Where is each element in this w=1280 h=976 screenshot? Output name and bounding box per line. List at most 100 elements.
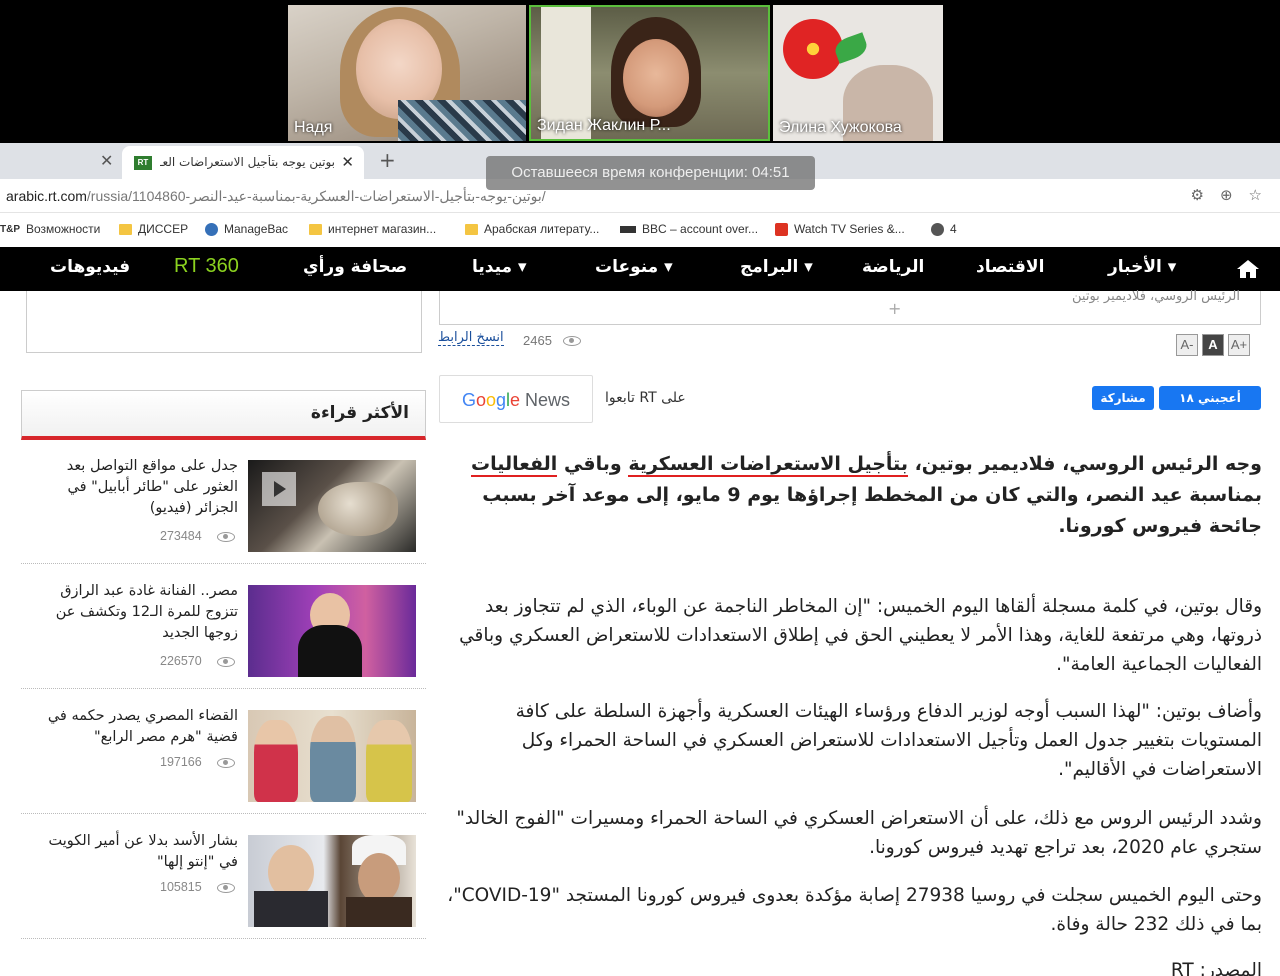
eye-icon [217, 883, 235, 893]
gn-news: News [520, 390, 571, 410]
most-read-item[interactable]: بشار الأسد بدلا عن أمير الكويت في "إنتو … [21, 815, 426, 939]
facebook-share-button[interactable]: مشاركة [1092, 386, 1154, 410]
nav-economy[interactable]: الاقتصاد [976, 257, 1044, 277]
google-news-button[interactable]: Google News [439, 375, 593, 423]
site-icon [931, 222, 944, 236]
participant-tile-3[interactable]: Элина Хужокова [773, 5, 943, 141]
bookmark-item[interactable]: интернет магазин... [309, 222, 436, 236]
nav-news[interactable]: الأخبار ▾ [1108, 257, 1176, 277]
copy-link[interactable]: انسخ الرابط [438, 330, 504, 346]
folder-icon [465, 223, 478, 235]
video-conference-strip: Надя Зидан Жаклин Р... Элина Хужокова [0, 0, 1280, 143]
most-read-headline[interactable]: القضاء المصري يصدر حكمه في قضية "هرم مصر… [38, 706, 238, 748]
bookmark-item[interactable]: ДИССЕР [119, 222, 188, 236]
bookmark-label: ДИССЕР [138, 222, 189, 236]
person-suit [254, 891, 328, 927]
tab-title: بوتين يوجه بتأجيل الاستعراضات العـ [160, 155, 335, 169]
participant-name: Элина Хужокова [779, 119, 902, 136]
article-paragraph: وشدد الرئيس الروس مع ذلك، على أن الاستعر… [456, 808, 1262, 858]
nav-opinion[interactable]: صحافة ورأي [303, 257, 407, 277]
folder-icon [119, 223, 132, 235]
tap-icon: T&P [0, 223, 20, 235]
thumbnail-image [248, 835, 416, 927]
participant-name: Надя [294, 119, 333, 136]
site-navigation: الأخبار ▾ الاقتصاد الرياضة البرامج ▾ منو… [0, 247, 1280, 291]
bookmark-label: Watch TV Series &... [794, 222, 905, 236]
plus-icon: + [888, 299, 902, 318]
bookmark-label: Возможности [26, 222, 101, 236]
participant-tile-1[interactable]: Надя [288, 5, 526, 141]
globe-icon [205, 222, 218, 236]
font-decrease-button[interactable]: A- [1176, 334, 1198, 356]
lead-text: وباقي [557, 453, 629, 475]
person-figure [366, 720, 412, 802]
nav-misc[interactable]: منوعات ▾ [595, 257, 673, 277]
most-read-item[interactable]: القضاء المصري يصدر حكمه في قضية "هرم مصر… [21, 690, 426, 814]
bookmark-label: ManageBac [224, 222, 289, 236]
lead-underlined: الفعاليات [471, 453, 558, 477]
url-domain: arabic.rt.com [6, 188, 87, 204]
translate-icon[interactable]: ⚙ [1191, 186, 1204, 204]
facebook-like-button[interactable]: أعجبني ١٨ [1159, 386, 1261, 410]
eye-icon [563, 336, 581, 346]
article-paragraph: وقال بوتين، في كلمة مسجلة ألقاها اليوم ا… [459, 596, 1262, 675]
play-icon [775, 222, 788, 236]
most-read-headline[interactable]: بشار الأسد بدلا عن أمير الكويت في "إنتو … [38, 831, 239, 873]
bookmark-label: 4 [950, 222, 957, 236]
nav-programs[interactable]: البرامج ▾ [740, 257, 813, 277]
close-tab-icon[interactable]: ✕ [341, 153, 354, 171]
eye-icon [217, 657, 235, 667]
person-dress [298, 625, 362, 677]
participant-name: Зидан Жаклин Р... [537, 117, 671, 134]
most-read-item[interactable]: مصر.. الفنانة غادة عبد الرازق تتزوج للمر… [21, 565, 426, 689]
new-tab-icon[interactable]: + [379, 148, 396, 172]
bird-image [318, 482, 398, 536]
url-text[interactable]: arabic.rt.com/russia/1104860-بوتين-يوجه-… [6, 188, 546, 205]
nav-sports[interactable]: الرياضة [862, 257, 924, 277]
most-read-headline[interactable]: جدل على مواقع التواصل بعد العثور على "طا… [38, 456, 238, 519]
font-default-button[interactable]: A [1202, 334, 1224, 356]
participant-tile-2-active-speaker[interactable]: Зидан Жаклин Р... [529, 5, 770, 141]
person-figure [254, 720, 298, 802]
bookmark-item[interactable]: BBC – account over... [620, 222, 758, 236]
bookmark-star-icon[interactable]: ☆ [1249, 186, 1262, 204]
item-views: 226570 [160, 654, 202, 668]
bookmark-item[interactable]: T&P Возможности [0, 222, 100, 236]
bookmark-item[interactable]: 4 [931, 222, 957, 236]
zoom-icon[interactable]: ⊕ [1220, 186, 1233, 204]
bookmark-item[interactable]: Watch TV Series &... [775, 222, 905, 236]
most-read-item[interactable]: جدل على مواقع التواصل بعد العثور على "طا… [21, 440, 426, 564]
bookmark-item[interactable]: Арабская литерату... [465, 222, 599, 236]
thumbnail-image [248, 460, 416, 552]
gn-letter: o [475, 390, 486, 410]
url-path: /russia/1104860-بوتين-يوجه-بتأجيل-الاستع… [86, 188, 546, 204]
person-figure [310, 716, 356, 802]
rt-favicon-icon: RT [134, 156, 152, 170]
person-robe [346, 897, 412, 927]
bbc-icon [620, 225, 636, 233]
close-tab-icon[interactable]: ✕ [100, 151, 113, 170]
most-read-title: الأكثر قراءة [310, 403, 409, 423]
most-read-header: الأكثر قراءة [21, 390, 426, 440]
address-bar-icons: ⚙ ⊕ ☆ [1191, 186, 1262, 204]
image-caption: الرئيس الروسي، فلاديمير بوتين [1072, 289, 1240, 304]
bookmark-item[interactable]: ManageBac [205, 222, 288, 236]
bookmarks-bar: T&P Возможности ДИССЕР ManageBac интернет… [0, 213, 1280, 247]
lead-underlined: بتأجيل الاستعراضات العسكرية [628, 453, 908, 477]
most-read-headline[interactable]: مصر.. الفنانة غادة عبد الرازق تتزوج للمر… [38, 581, 238, 644]
gn-letter: o [485, 390, 496, 410]
gn-letter: e [510, 390, 521, 410]
home-icon[interactable] [1236, 259, 1260, 279]
eye-icon [217, 532, 235, 542]
item-views: 197166 [160, 755, 202, 769]
nav-videos[interactable]: فيديوهات [50, 257, 130, 277]
bookmark-label: интернет магазин... [328, 222, 437, 236]
lead-text: وجه الرئيس الروسي، فلاديمير بوتين، [907, 453, 1262, 475]
bookmark-label: Арабская литерату... [484, 222, 600, 236]
font-increase-button[interactable]: A+ [1228, 334, 1250, 356]
browser-tab-active[interactable]: RT بوتين يوجه بتأجيل الاستعراضات العـ ✕ [122, 146, 364, 179]
nav-rt360[interactable]: RT 360 [174, 255, 239, 278]
flower-sticker-icon [783, 19, 843, 79]
follow-rt-text: تابعوا RT على [605, 390, 686, 406]
nav-media[interactable]: ميديا ▾ [472, 257, 527, 277]
